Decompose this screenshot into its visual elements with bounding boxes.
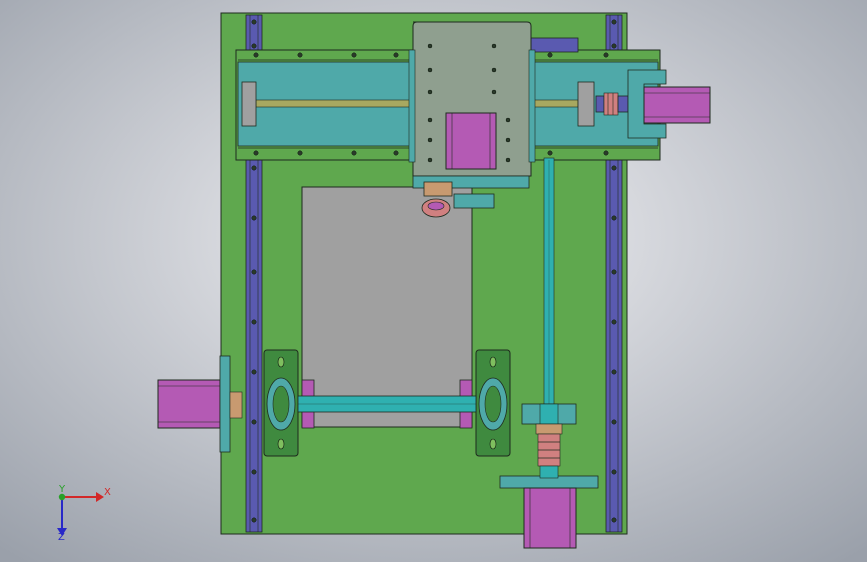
- z-axis-motor: [445, 112, 497, 170]
- bolt-hole: [393, 52, 399, 58]
- bolt-hole: [611, 517, 617, 523]
- left-motor-flange: [219, 355, 231, 453]
- bolt-hole: [603, 150, 609, 156]
- bolt-hole: [251, 419, 257, 425]
- cad-drawing: [0, 0, 867, 562]
- axis-z-label: Z: [58, 532, 65, 543]
- bolt-hole: [603, 52, 609, 58]
- bolt-hole: [297, 150, 303, 156]
- axis-x-label: X: [104, 487, 111, 498]
- bolt-hole: [611, 165, 617, 171]
- bolt-hole: [427, 67, 433, 73]
- bolt-hole: [491, 89, 497, 95]
- bolt-hole: [611, 419, 617, 425]
- bolt-hole: [611, 215, 617, 221]
- bolt-hole: [251, 369, 257, 375]
- bolt-hole: [351, 52, 357, 58]
- bolt-hole: [611, 43, 617, 49]
- left-drive-motor: [157, 379, 221, 429]
- x-axis-right-bearing-block: [577, 81, 595, 127]
- bolt-hole: [251, 19, 257, 25]
- bolt-hole: [251, 43, 257, 49]
- bolt-hole: [611, 319, 617, 325]
- bolt-hole: [547, 150, 553, 156]
- bolt-hole: [505, 117, 511, 123]
- bolt-hole: [253, 150, 259, 156]
- beam-end-block: [529, 37, 579, 53]
- bolt-hole: [611, 369, 617, 375]
- bolt-hole: [491, 67, 497, 73]
- axis-y-label: Y: [59, 484, 66, 495]
- work-plate: [301, 186, 473, 428]
- bolt-hole: [251, 469, 257, 475]
- bolt-hole: [393, 150, 399, 156]
- bolt-hole: [427, 137, 433, 143]
- bolt-hole: [491, 43, 497, 49]
- cad-viewport[interactable]: X Y Z: [0, 0, 867, 562]
- y-axis-coupling: [535, 423, 563, 467]
- bolt-hole: [505, 157, 511, 163]
- y-axis-bearing-block: [521, 403, 577, 425]
- mounting-slot: [277, 438, 285, 450]
- bolt-hole: [251, 517, 257, 523]
- mounting-slot: [277, 356, 285, 368]
- x-axis-left-end-block: [241, 81, 257, 127]
- x-axis-coupling: [595, 92, 629, 116]
- bolt-hole: [427, 43, 433, 49]
- bolt-hole: [253, 52, 259, 58]
- bolt-hole: [611, 469, 617, 475]
- bolt-hole: [251, 165, 257, 171]
- mounting-slot: [489, 438, 497, 450]
- mounting-slot: [489, 356, 497, 368]
- bolt-hole: [611, 269, 617, 275]
- bolt-hole: [251, 319, 257, 325]
- bolt-hole: [251, 215, 257, 221]
- bolt-hole: [427, 89, 433, 95]
- bolt-hole: [427, 157, 433, 163]
- bolt-hole: [251, 269, 257, 275]
- bolt-hole: [351, 150, 357, 156]
- left-coupling: [229, 391, 243, 419]
- bolt-hole: [505, 137, 511, 143]
- z-axis-coupling: [423, 181, 453, 197]
- y-axis-drive-shaft: [543, 157, 555, 407]
- bolt-hole: [611, 19, 617, 25]
- bolt-hole: [427, 117, 433, 123]
- bolt-hole: [297, 52, 303, 58]
- bolt-hole: [547, 52, 553, 58]
